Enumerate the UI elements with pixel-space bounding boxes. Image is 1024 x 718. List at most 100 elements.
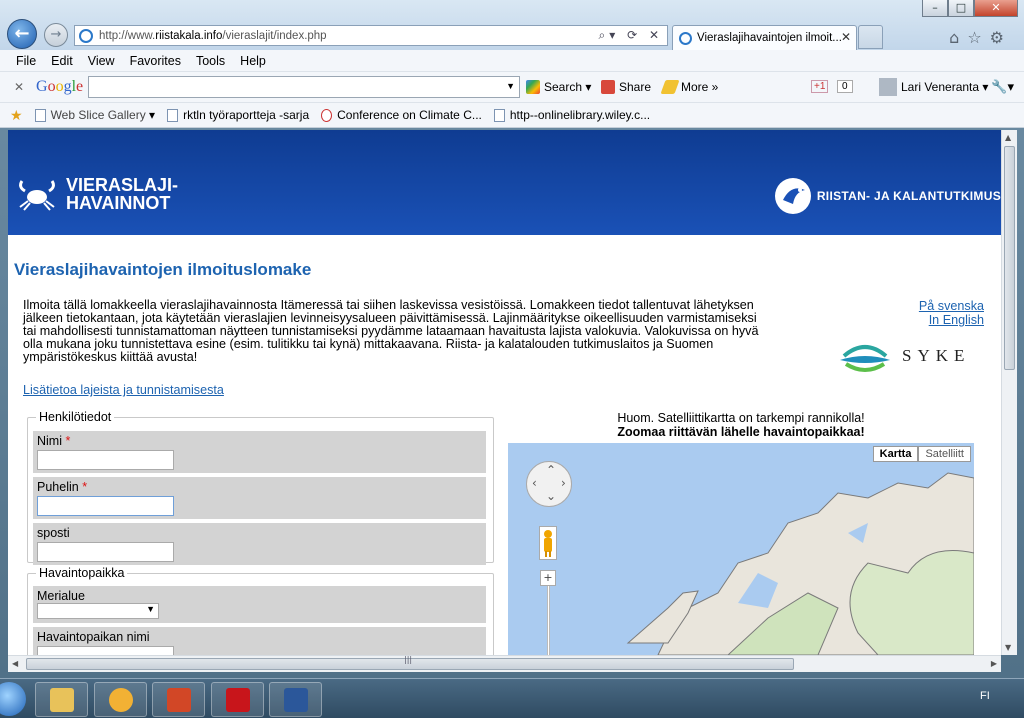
scroll-down-arrow-icon[interactable]: ▼: [1005, 643, 1011, 652]
pan-right-icon[interactable]: ›: [561, 476, 566, 490]
chevron-down-icon: ▼: [146, 604, 155, 614]
map-note-line-1: Huom. Satelliittikartta on tarkempi rann…: [617, 411, 865, 425]
scroll-left-arrow-icon[interactable]: ◀: [12, 659, 18, 668]
sea-area-field-row: Merialue ▼: [33, 586, 486, 623]
close-toolbar-icon[interactable]: ✕: [14, 80, 24, 94]
syke-logo[interactable]: SYKE: [838, 336, 970, 376]
forward-button[interactable]: →: [44, 23, 68, 47]
pan-control[interactable]: ⌃ ⌄ ‹ ›: [526, 461, 572, 507]
horizontal-scrollbar[interactable]: ◀ ||| ▶: [8, 655, 1001, 672]
language-indicator[interactable]: FI: [980, 690, 990, 702]
back-button[interactable]: ←: [7, 19, 37, 49]
site-logo[interactable]: VIERASLAJI- HAVAINNOT: [16, 176, 178, 212]
map-note-line-2: Zoomaa riittävän lähelle havaintopaikkaa…: [617, 425, 865, 439]
vertical-scroll-thumb[interactable]: [1004, 146, 1015, 370]
ie-start-icon[interactable]: [0, 682, 26, 716]
map-widget[interactable]: Kartta Satelliitt ⌃ ⌄ ‹ › +: [508, 443, 974, 655]
map-type-satellite-button[interactable]: Satelliitt: [918, 446, 971, 462]
syke-wave-icon: [840, 345, 890, 372]
phone-input[interactable]: [37, 496, 174, 516]
pan-down-icon[interactable]: ⌄: [546, 489, 556, 503]
phone-field-row: Puhelin *: [33, 477, 486, 519]
menu-file[interactable]: File: [16, 54, 36, 68]
zoom-in-button[interactable]: +: [540, 570, 556, 586]
page-icon: [34, 108, 46, 122]
language-links: På svenska In English: [919, 299, 984, 327]
map-type-control: Kartta Satelliitt: [872, 446, 971, 462]
crab-icon: [19, 180, 55, 211]
menu-help[interactable]: Help: [240, 54, 266, 68]
site-header: VIERASLAJI- HAVAINNOT RIISTAN- JA KALANT…: [8, 130, 1001, 235]
favorite-item[interactable]: Web Slice Gallery ▾: [34, 108, 155, 122]
favorite-item[interactable]: http--onlinelibrary.wiley.c...: [493, 108, 650, 122]
zoom-slider[interactable]: [547, 586, 550, 655]
word-icon: [284, 688, 308, 712]
site-logo-text: VIERASLAJI- HAVAINNOT: [66, 176, 178, 212]
google-search-button[interactable]: Search ▾: [526, 80, 591, 94]
new-tab-button[interactable]: [858, 25, 883, 49]
taskbar-powerpoint[interactable]: [152, 682, 205, 717]
favorite-item[interactable]: rktln työraportteja -sarja: [167, 108, 309, 122]
menu-bar: File Edit View Favorites Tools Help: [0, 50, 1024, 72]
address-url[interactable]: http://www.riistakala.info/vieraslajit/i…: [99, 30, 327, 42]
more-button[interactable]: More »: [660, 80, 718, 94]
chevron-down-icon[interactable]: ▼: [506, 81, 515, 91]
place-name-label: Havaintopaikan nimi: [37, 630, 150, 644]
close-window-button[interactable]: ✕: [974, 0, 1018, 17]
tab-active[interactable]: Vieraslajihavaintojen ilmoit... ✕: [672, 25, 857, 50]
pan-left-icon[interactable]: ‹: [532, 476, 537, 490]
home-favorites-tools-icons[interactable]: ⌂☆⚙: [949, 28, 1012, 47]
email-input[interactable]: [37, 542, 174, 562]
scroll-right-arrow-icon[interactable]: ▶: [991, 659, 997, 668]
share-button[interactable]: Share: [601, 80, 651, 94]
more-info-link[interactable]: Lisätietoa lajeista ja tunnistamisesta: [23, 383, 224, 397]
favorites-bar: ★ Web Slice Gallery ▾ rktln työraporttej…: [0, 103, 1024, 128]
search-label: Search: [544, 80, 583, 94]
tab-close-icon[interactable]: ✕: [841, 30, 851, 44]
share-icon: [601, 80, 615, 94]
rktl-logo[interactable]: RIISTAN- JA KALANTUTKIMUS: [774, 178, 1001, 214]
address-tools-icons[interactable]: ⌕▾ ⟳ ✕: [599, 28, 663, 43]
user-account-menu[interactable]: Lari Veneranta ▾: [879, 78, 988, 96]
tab-page-icon: [679, 31, 692, 45]
pan-up-icon[interactable]: ⌃: [546, 463, 556, 477]
minimize-button[interactable]: –: [922, 0, 948, 17]
map-note: Huom. Satelliittikartta on tarkempi rann…: [508, 411, 974, 439]
fish-logo-icon: [774, 178, 811, 214]
favorite-item[interactable]: Conference on Climate C...: [321, 108, 482, 122]
scroll-up-arrow-icon[interactable]: ▲: [1005, 133, 1011, 142]
maximize-button[interactable]: □: [948, 0, 974, 17]
taskbar-acrobat[interactable]: [211, 682, 264, 717]
menu-favorites[interactable]: Favorites: [130, 54, 181, 68]
name-input[interactable]: [37, 450, 174, 470]
taskbar-word[interactable]: [269, 682, 322, 717]
taskbar-outlook[interactable]: [94, 682, 147, 717]
pegman-icon[interactable]: [539, 526, 557, 560]
intro-line: ympäristökeskus kiittää avusta!: [23, 350, 198, 364]
menu-view[interactable]: View: [88, 54, 115, 68]
swedish-link[interactable]: På svenska: [919, 299, 984, 313]
favorites-star-icon[interactable]: ★: [10, 107, 23, 124]
taskbar-explorer[interactable]: [35, 682, 88, 717]
wrench-icon[interactable]: 🔧▾: [991, 79, 1014, 95]
menu-tools[interactable]: Tools: [196, 54, 225, 68]
name-field-row: Nimi *: [33, 431, 486, 473]
google-toolbar: ✕ Google ▼ Search ▾ Share More » +1 0 La…: [0, 72, 1024, 103]
sea-area-select[interactable]: ▼: [37, 603, 159, 619]
intro-text: Ilmoita tällä lomakkeella vieraslajihava…: [23, 299, 823, 364]
vertical-scrollbar[interactable]: ▲ ▼: [1001, 130, 1017, 655]
logo-line-2: HAVAINNOT: [66, 193, 171, 213]
mail-icon: [109, 688, 133, 712]
address-bar[interactable]: http://www.riistakala.info/vieraslajit/i…: [74, 25, 668, 46]
menu-edit[interactable]: Edit: [51, 54, 73, 68]
english-link[interactable]: In English: [919, 313, 984, 327]
plus-one-button[interactable]: +1: [811, 80, 829, 93]
place-name-input[interactable]: [37, 646, 174, 655]
map-type-map-button[interactable]: Kartta: [872, 446, 919, 462]
page-title: Vieraslajihavaintojen ilmoituslomake: [14, 260, 312, 279]
page-icon: [321, 108, 333, 122]
pdf-icon: [226, 688, 250, 712]
observation-place-legend: Havaintopaikka: [39, 566, 125, 580]
share-label: Share: [619, 80, 652, 94]
google-search-input[interactable]: ▼: [88, 76, 520, 98]
